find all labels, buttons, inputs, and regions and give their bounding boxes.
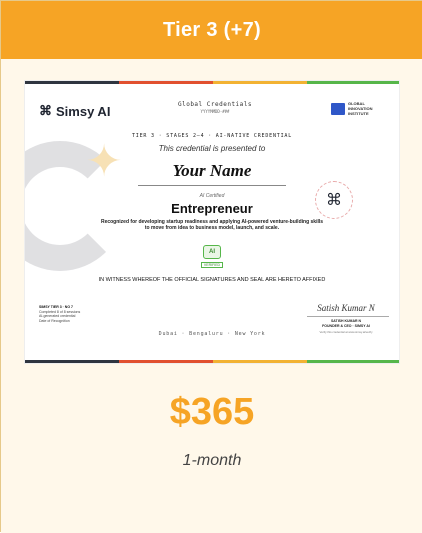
institute-line-3: INSTITUTE — [348, 111, 369, 116]
signer-title: FOUNDER & CEO · SIMSY AI — [322, 323, 370, 328]
tier-title: Tier 3 (+7) — [163, 18, 261, 41]
credential-id: YYYYMMDD-### — [200, 109, 230, 114]
card-body: ✦ ⌘ Simsy AI Global Credentials YYYYMMDD… — [1, 59, 422, 533]
bottom-bar-yellow — [213, 360, 307, 363]
footer-details: SIMSY TIER 3 · NO 7 Completed 8 of 8 ses… — [39, 305, 85, 323]
bottom-bar-red — [119, 360, 213, 363]
billing-period: 1-month — [182, 452, 242, 469]
price: $365 — [169, 391, 255, 433]
signer-block: SATISH KUMAR N FOUNDER & CEO · SIMSY AI — [301, 319, 391, 328]
institute-logo: GLOBAL INNOVATION INSTITUTE — [331, 101, 373, 116]
brand-name: Simsy AI — [56, 103, 111, 119]
footer-line-1: SIMSY TIER 3 · NO 7 — [39, 305, 73, 309]
bottom-bar-dark — [25, 360, 119, 363]
institute-logo-icon — [331, 102, 345, 115]
seal: ⌘ — [315, 181, 353, 219]
global-credentials-title: Global Credentials — [177, 101, 253, 108]
top-bar-green — [307, 81, 399, 84]
top-bar-yellow — [213, 81, 307, 84]
signature: Satish Kumar N — [317, 303, 375, 313]
top-bar-red — [119, 81, 213, 84]
top-bar-dark — [25, 81, 119, 84]
witness-text: IN WITNESS WHEREOF THE OFFICIAL SIGNATUR… — [98, 277, 326, 283]
cities: Dubai · Bengaluru · New York — [158, 331, 266, 337]
tier-header: Tier 3 (+7) — [1, 1, 422, 59]
footer-line-4: Date of Recognition — [39, 318, 70, 323]
bottom-bar-green — [307, 360, 399, 363]
seal-icon: ⌘ — [326, 192, 342, 209]
pricing-card[interactable]: Tier 3 (+7) ✦ ⌘ Simsy AI Global Credenti… — [0, 0, 422, 533]
verified-badge: VERIFIED — [201, 262, 223, 268]
name-underline — [138, 185, 286, 186]
certificate-preview: ✦ ⌘ Simsy AI Global Credentials YYYYMMDD… — [25, 81, 399, 363]
tier-line: TIER 3 · STAGES 2–4 · AI-NATIVE CREDENTI… — [131, 133, 293, 139]
recipient-name: Your Name — [172, 161, 252, 180]
simsy-logo: ⌘ Simsy AI — [39, 103, 110, 119]
credential-description: Recognized for developing startup readin… — [100, 219, 324, 231]
presented-text: This credential is presented to — [158, 144, 266, 153]
simsy-logo-icon: ⌘ — [39, 103, 52, 118]
ai-badge: AI — [203, 245, 221, 259]
global-credentials: Global Credentials YYYYMMDD-### — [175, 101, 255, 114]
signature-line — [307, 316, 389, 317]
